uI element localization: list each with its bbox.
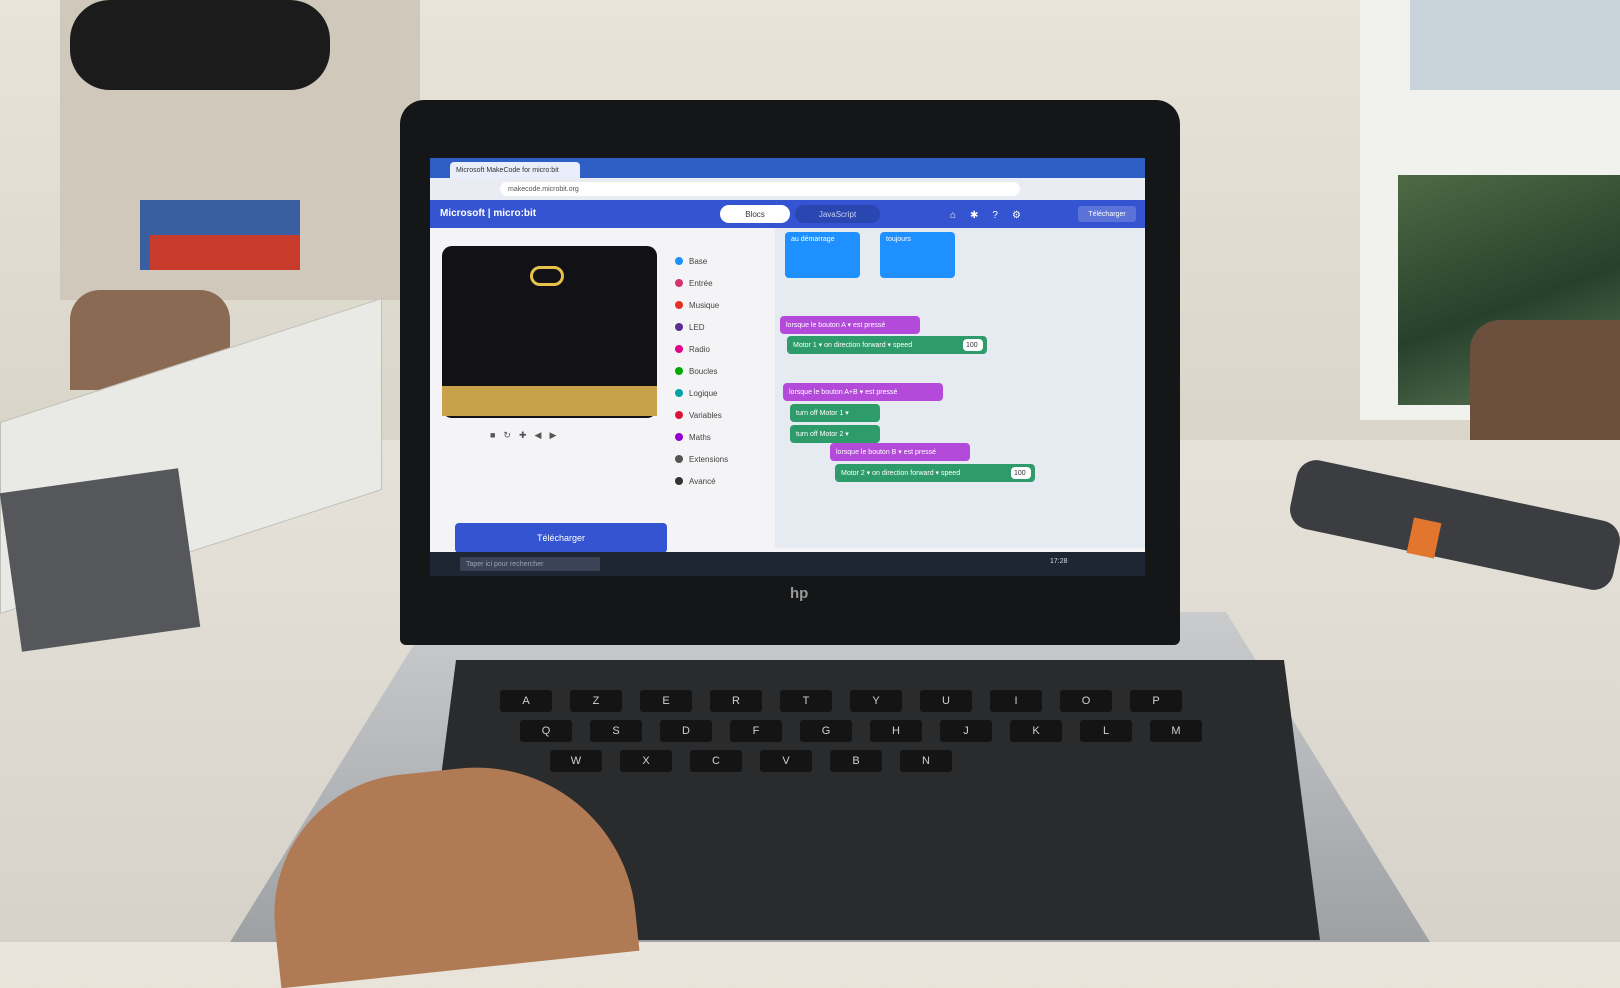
category-color-icon [675,477,683,485]
tape-roll [70,0,330,90]
on-button-ab-block[interactable]: lorsque le bouton A+B ▾ est pressé [783,383,943,401]
keyboard-key[interactable]: Z [570,690,622,712]
keyboard-key[interactable]: P [1130,690,1182,712]
simulator-led-display [530,266,564,286]
address-bar[interactable]: makecode.microbit.org [500,182,1020,196]
keyboard-key[interactable]: W [550,750,602,772]
download-button[interactable]: Télécharger [455,523,667,553]
category-label: Logique [689,388,718,398]
keyboard-key[interactable]: F [730,720,782,742]
window-sky [1410,0,1620,90]
motor-forward-2-block[interactable]: Motor 2 ▾ on direction forward ▾ speed [835,464,1035,482]
category-label: Boucles [689,366,718,376]
keyboard-key[interactable]: M [1150,720,1202,742]
category-label: Avancé [689,476,716,486]
on-button-b-block[interactable]: lorsque le bouton B ▾ est pressé [830,443,970,461]
turn-off-motor-1-block[interactable]: turn off Motor 1 ▾ [790,404,880,422]
keyboard-key[interactable]: Y [850,690,902,712]
turn-off-motor-2-block[interactable]: turn off Motor 2 ▾ [790,425,880,443]
on-button-a-block[interactable]: lorsque le bouton A ▾ est pressé [780,316,920,334]
game-box [150,235,300,270]
category-color-icon [675,323,683,331]
header-download-button[interactable]: Télécharger [1078,206,1136,222]
brand-microsoft: Microsoft [440,208,485,219]
keyboard-key[interactable]: E [640,690,692,712]
category-color-icon [675,301,683,309]
keyboard-key[interactable]: U [920,690,972,712]
keyboard-key[interactable]: T [780,690,832,712]
category-color-icon [675,279,683,287]
keyboard-key[interactable]: H [870,720,922,742]
keyboard-key[interactable]: O [1060,690,1112,712]
motor-speed-input[interactable]: 100 [963,339,983,351]
simulator-controls[interactable]: ■↻✚◀▶ [490,430,564,441]
keyboard-key[interactable]: B [830,750,882,772]
keyboard-key[interactable]: D [660,720,712,742]
keyboard-key[interactable]: K [1010,720,1062,742]
header-icons[interactable]: ⌂✱?⚙ [950,210,1035,221]
category-color-icon [675,345,683,353]
toolbox-category[interactable]: Avancé [675,472,775,490]
toolbox-category[interactable]: Musique [675,296,775,314]
browser-tab[interactable]: Microsoft MakeCode for micro:bit [450,162,580,178]
brand-microbit: micro:bit [493,208,537,219]
keyboard-key[interactable]: S [590,720,642,742]
category-label: Musique [689,300,720,310]
category-color-icon [675,389,683,397]
keyboard-key[interactable]: X [620,750,672,772]
brand: Microsoft | micro:bit [440,208,537,219]
category-label: Maths [689,432,711,442]
toolbox-category[interactable]: Entrée [675,274,775,292]
keyboard-key[interactable]: L [1080,720,1132,742]
toolbox-category[interactable]: Extensions [675,450,775,468]
keyboard-key[interactable]: G [800,720,852,742]
category-label: Base [689,256,708,266]
keyboard-key[interactable]: N [900,750,952,772]
blocks-workspace[interactable]: au démarrage toujours lorsque le bouton … [775,228,1145,548]
toolbox-category[interactable]: Base [675,252,775,270]
toolbox-category[interactable]: Maths [675,428,775,446]
laptop-screen: Microsoft MakeCode for micro:bit makecod… [430,158,1145,576]
motor-speed-2-input[interactable]: 100 [1011,467,1031,479]
grey-box [0,468,201,652]
toolbox-category[interactable]: Boucles [675,362,775,380]
toolbox: Base Entrée Musique LED Radio Boucles Logique V… [675,246,775,508]
laptop-logo: hp [790,585,809,602]
category-color-icon [675,257,683,265]
category-label: Entrée [689,278,713,288]
taskbar-clock: 17:28 [1050,558,1068,565]
keyboard-key[interactable]: I [990,690,1042,712]
category-color-icon [675,367,683,375]
category-label: LED [689,322,705,332]
keyboard-key[interactable]: A [500,690,552,712]
taskbar-search[interactable]: Taper ici pour rechercher [460,557,600,571]
motor-forward-block[interactable]: Motor 1 ▾ on direction forward ▾ speed [787,336,987,354]
toolbox-category[interactable]: Variables [675,406,775,424]
blocks-mode-button[interactable]: Blocs [720,205,790,223]
category-label: Variables [689,410,722,420]
javascript-mode-button[interactable]: JavaScript [795,205,880,223]
category-label: Extensions [689,454,729,464]
keyboard-key[interactable]: Q [520,720,572,742]
toolbox-category[interactable]: LED [675,318,775,336]
category-color-icon [675,411,683,419]
on-start-block[interactable]: au démarrage [785,232,860,278]
category-label: Radio [689,344,710,354]
toolbox-category[interactable]: Logique [675,384,775,402]
keyboard-key[interactable]: V [760,750,812,772]
toolbox-category[interactable]: Radio [675,340,775,358]
category-color-icon [675,433,683,441]
forever-block[interactable]: toujours [880,232,955,278]
keyboard-key[interactable]: R [710,690,762,712]
keyboard-key[interactable]: J [940,720,992,742]
chair-right [1470,320,1620,460]
simulator-pins[interactable] [442,386,657,416]
keyboard-key[interactable]: C [690,750,742,772]
category-color-icon [675,455,683,463]
